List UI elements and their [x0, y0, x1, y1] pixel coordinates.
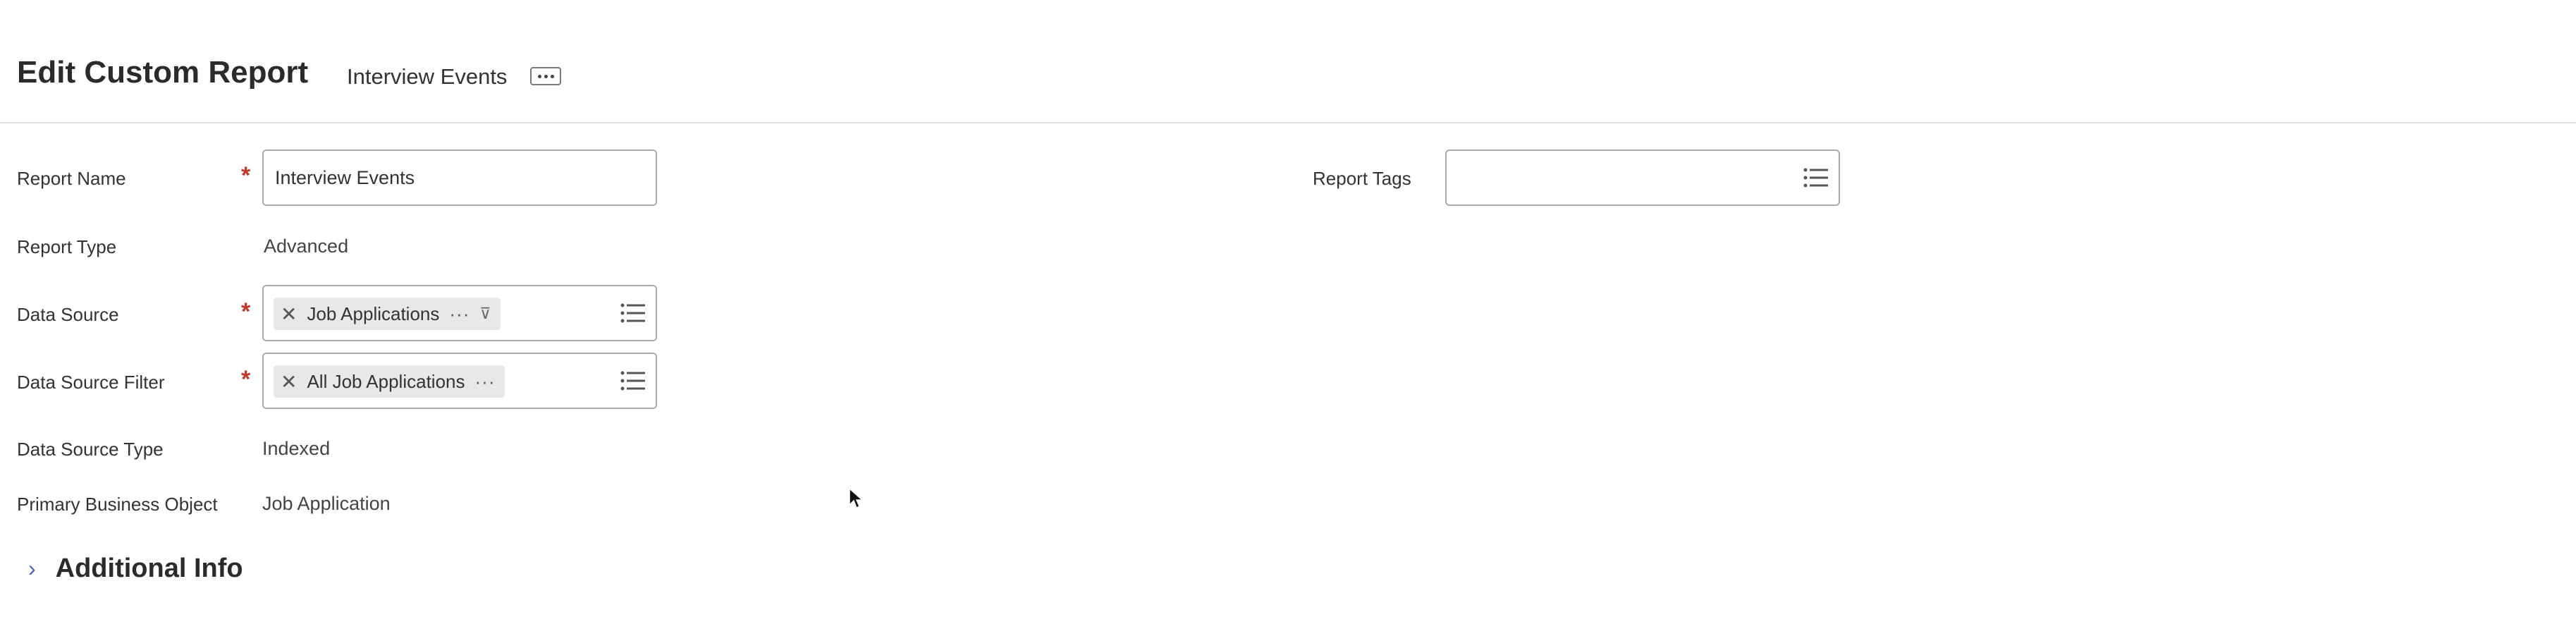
list-icon[interactable] — [1803, 168, 1829, 188]
report-type-value: Advanced — [264, 236, 349, 257]
page-header: Edit Custom Report Interview Events — [0, 0, 2576, 123]
mouse-cursor-icon — [849, 487, 864, 514]
report-subtitle: Interview Events — [347, 64, 508, 89]
list-icon[interactable] — [620, 303, 646, 323]
data-source-filter-field[interactable]: ✕ All Job Applications ··· — [262, 353, 657, 409]
data-source-filter-chip[interactable]: ✕ All Job Applications ··· — [274, 365, 505, 398]
ellipsis-icon[interactable]: ··· — [475, 371, 496, 393]
ellipsis-icon[interactable]: ··· — [449, 303, 470, 325]
required-marker: * — [241, 162, 251, 189]
chevron-right-icon: › — [28, 556, 36, 581]
primary-business-object-value: Job Application — [262, 493, 391, 514]
close-icon[interactable]: ✕ — [281, 303, 297, 326]
data-source-label: Data Source — [17, 304, 119, 325]
data-source-filter-chip-label: All Job Applications — [307, 370, 465, 392]
additional-info-title: Additional Info — [55, 554, 243, 583]
close-icon[interactable]: ✕ — [281, 370, 297, 393]
data-source-type-value: Indexed — [262, 438, 331, 459]
required-marker: * — [241, 298, 251, 325]
data-source-chip-label: Job Applications — [307, 303, 440, 324]
report-type-label: Report Type — [17, 236, 117, 257]
additional-info-section-toggle[interactable]: › Additional Info — [28, 554, 243, 584]
page-title: Edit Custom Report — [17, 55, 309, 90]
report-tags-label: Report Tags — [1313, 168, 1411, 189]
report-tags-field[interactable] — [1445, 149, 1840, 206]
related-actions-button[interactable] — [530, 67, 561, 85]
data-source-type-label: Data Source Type — [17, 439, 164, 460]
data-source-filter-label: Data Source Filter — [17, 372, 165, 393]
data-source-chip[interactable]: ✕ Job Applications ··· ⊽ — [274, 298, 501, 330]
report-name-label: Report Name — [17, 168, 126, 189]
primary-business-object-label: Primary Business Object — [17, 494, 218, 515]
data-source-field[interactable]: ✕ Job Applications ··· ⊽ — [262, 285, 657, 341]
pin-icon[interactable]: ⊽ — [479, 305, 491, 323]
required-marker: * — [241, 366, 251, 393]
list-icon[interactable] — [620, 371, 646, 391]
report-tags-input[interactable] — [1458, 151, 1782, 204]
ellipsis-icon — [537, 74, 541, 78]
report-name-field[interactable] — [262, 149, 657, 206]
report-name-input[interactable] — [275, 151, 642, 204]
